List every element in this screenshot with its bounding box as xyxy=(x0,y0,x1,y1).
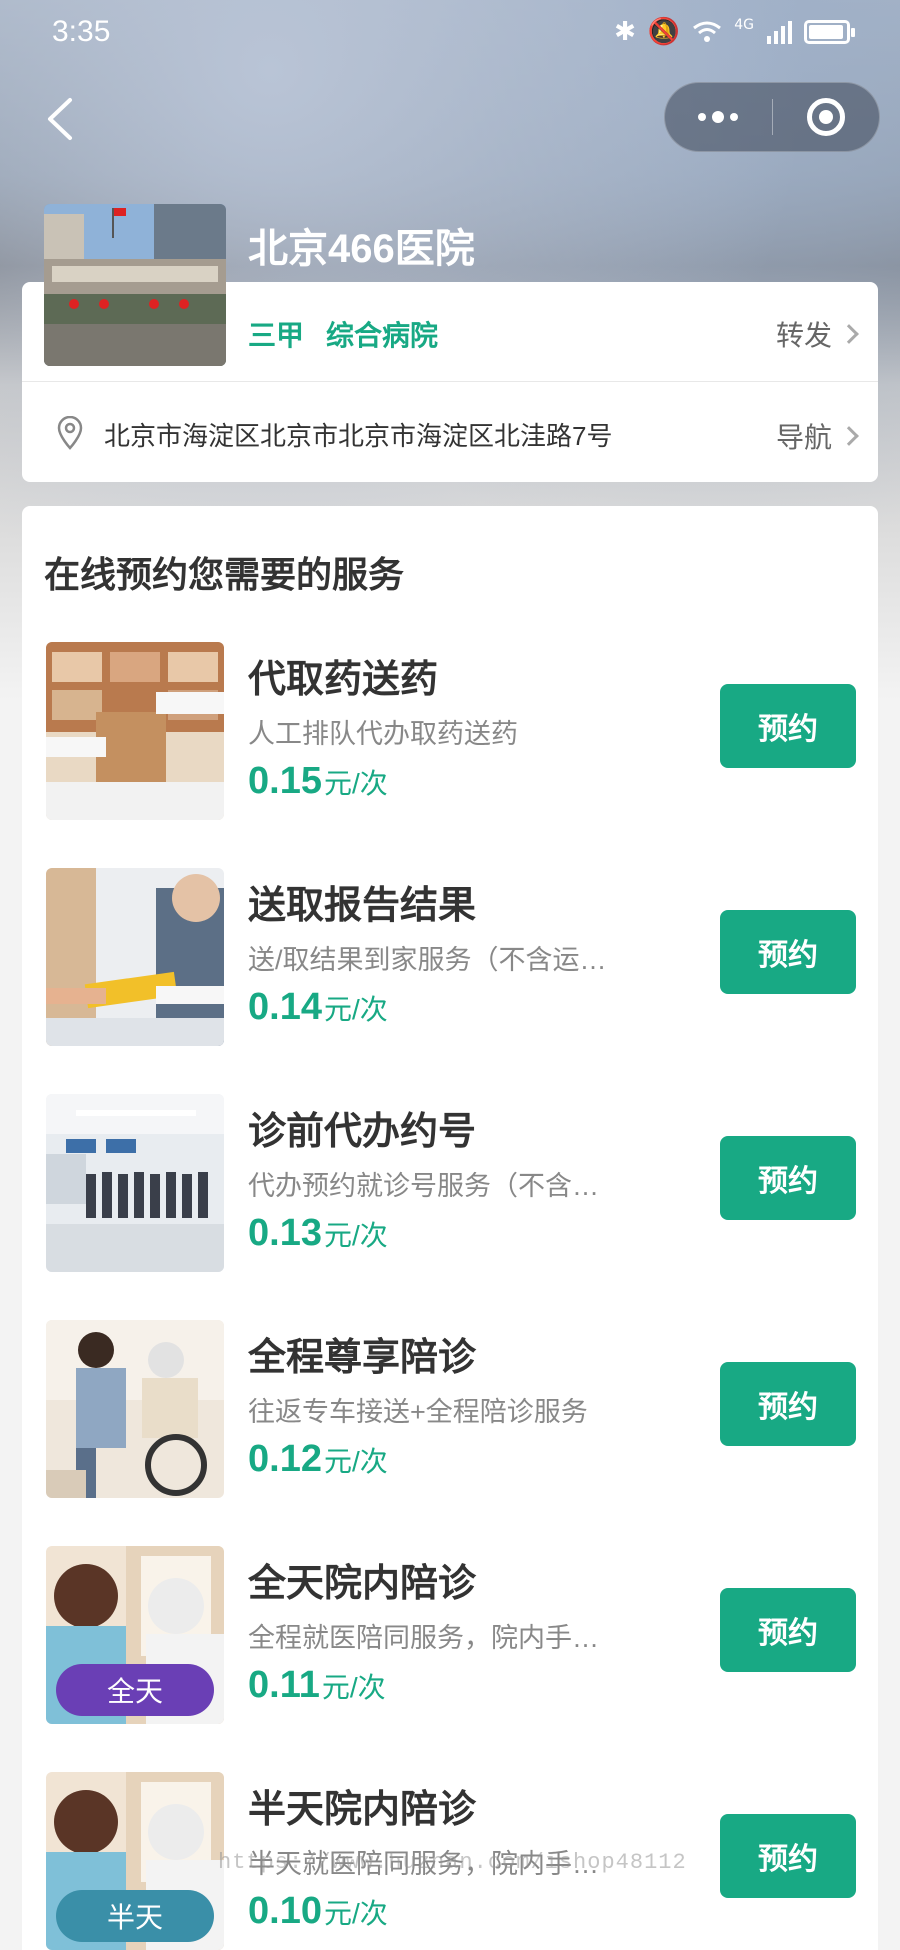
service-name: 全程尊享陪诊 xyxy=(248,1337,477,1379)
service-item: 全程尊享陪诊 往返专车接送+全程陪诊服务 0.12 元/次 预约 xyxy=(22,1320,878,1500)
book-button[interactable]: 预约 xyxy=(720,1588,856,1672)
book-button[interactable]: 预约 xyxy=(720,910,856,994)
service-item: 半天 半天院内陪诊 半天就医陪同服务，院内手… 0.10 元/次 预约 xyxy=(22,1772,878,1950)
book-button[interactable]: 预约 xyxy=(720,1362,856,1446)
hospital-name: 北京466医院 xyxy=(248,227,475,271)
wifi-icon xyxy=(693,21,722,42)
service-item: 送取报告结果 送/取结果到家服务（不含运… 0.14 元/次 预约 xyxy=(22,868,878,1048)
service-description: 半天就医陪同服务，院内手… xyxy=(248,1849,599,1879)
hospital-photo xyxy=(44,204,226,366)
chevron-right-icon xyxy=(839,426,859,446)
service-image xyxy=(46,868,224,1046)
service-price: 0.15 元/次 xyxy=(248,760,388,803)
service-price: 0.11 元/次 xyxy=(248,1664,386,1707)
location-pin-icon xyxy=(57,416,83,450)
service-item: 诊前代办约号 代办预约就诊号服务（不含… 0.13 元/次 预约 xyxy=(22,1094,878,1274)
price-value: 0.10 xyxy=(248,1890,322,1932)
service-price: 0.10 元/次 xyxy=(248,1890,388,1933)
service-name: 诊前代办约号 xyxy=(248,1111,477,1153)
service-price: 0.14 元/次 xyxy=(248,986,388,1029)
status-icons: ✱ 🔕 4G xyxy=(614,17,855,47)
status-time: 3:35 xyxy=(52,15,111,48)
hospital-address: 北京市海淀区北京市北京市海淀区北洼路7号 xyxy=(104,421,613,451)
price-unit: 元/次 xyxy=(323,768,388,799)
service-description: 全程就医陪同服务，院内手… xyxy=(248,1623,599,1653)
more-button[interactable] xyxy=(665,83,772,151)
more-dots-icon xyxy=(698,111,739,123)
service-image: 半天 xyxy=(46,1772,224,1950)
book-button[interactable]: 预约 xyxy=(720,684,856,768)
price-value: 0.14 xyxy=(248,986,322,1028)
service-name: 全天院内陪诊 xyxy=(248,1563,477,1605)
service-description: 代办预约就诊号服务（不含… xyxy=(248,1171,599,1201)
half-day-badge: 半天 xyxy=(56,1890,214,1942)
service-description: 往返专车接送+全程陪诊服务 xyxy=(248,1397,588,1427)
hospital-tag: 综合病院 xyxy=(326,320,439,351)
chevron-right-icon xyxy=(839,324,859,344)
services-title: 在线预约您需要的服务 xyxy=(44,554,405,595)
service-item: 全天 全天院内陪诊 全程就医陪同服务，院内手… 0.11 元/次 预约 xyxy=(22,1546,878,1726)
price-unit: 元/次 xyxy=(321,1672,386,1703)
service-item: 代取药送药 人工排队代办取药送药 0.15 元/次 预约 xyxy=(22,642,878,822)
price-unit: 元/次 xyxy=(323,1220,388,1251)
book-button[interactable]: 预约 xyxy=(720,1814,856,1898)
forward-label: 转发 xyxy=(775,320,832,351)
service-image xyxy=(46,1094,224,1272)
services-card: 在线预约您需要的服务 代取药送药 人工排队代办取药送药 0.15 元/次 预约 xyxy=(22,506,878,1950)
price-unit: 元/次 xyxy=(323,994,388,1025)
forward-button[interactable]: 转发 xyxy=(775,314,859,354)
full-day-badge: 全天 xyxy=(56,1664,214,1716)
address-row: 北京市海淀区北京市北京市海淀区北洼路7号 导航 xyxy=(22,382,878,482)
miniprogram-capsule xyxy=(664,82,880,152)
bluetooth-icon: ✱ xyxy=(614,17,636,47)
navigate-label: 导航 xyxy=(775,422,832,453)
price-value: 0.12 xyxy=(248,1438,322,1480)
service-name: 半天院内陪诊 xyxy=(248,1789,477,1831)
service-image xyxy=(46,642,224,820)
service-image: 全天 xyxy=(46,1546,224,1724)
price-value: 0.11 xyxy=(248,1664,320,1706)
hospital-tag: 三甲 xyxy=(248,320,305,351)
service-image xyxy=(46,1320,224,1498)
navigate-button[interactable]: 导航 xyxy=(775,416,859,456)
price-unit: 元/次 xyxy=(323,1898,388,1929)
service-price: 0.12 元/次 xyxy=(248,1438,388,1481)
target-circle-icon xyxy=(806,98,845,136)
back-arrow-icon[interactable] xyxy=(40,96,80,142)
network-type-label: 4G xyxy=(734,17,754,33)
service-name: 送取报告结果 xyxy=(248,885,477,927)
close-miniprogram-button[interactable] xyxy=(773,83,880,151)
mute-bell-icon: 🔕 xyxy=(647,17,681,47)
battery-icon xyxy=(804,20,855,44)
price-value: 0.13 xyxy=(248,1212,322,1254)
service-price: 0.13 元/次 xyxy=(248,1212,388,1255)
status-bar: 3:35 ✱ 🔕 4G xyxy=(0,0,900,64)
signal-icon xyxy=(767,21,792,44)
service-description: 人工排队代办取药送药 xyxy=(248,719,518,749)
service-name: 代取药送药 xyxy=(248,659,439,701)
hospital-tags: 三甲 综合病院 xyxy=(248,314,438,354)
price-unit: 元/次 xyxy=(323,1446,388,1477)
service-description: 送/取结果到家服务（不含运… xyxy=(248,945,607,975)
price-value: 0.15 xyxy=(248,760,322,802)
book-button[interactable]: 预约 xyxy=(720,1136,856,1220)
